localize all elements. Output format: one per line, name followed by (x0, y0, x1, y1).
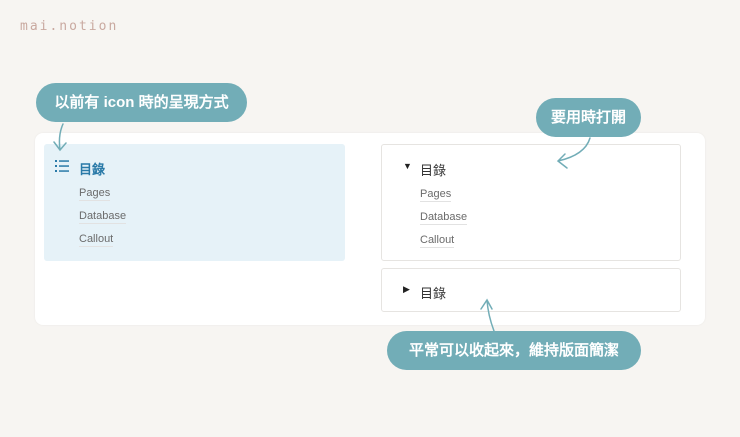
annotation-arrows (53, 123, 591, 332)
arrow-icon (556, 137, 591, 169)
arrow-icon (53, 123, 67, 152)
arrow-icon (480, 298, 495, 332)
